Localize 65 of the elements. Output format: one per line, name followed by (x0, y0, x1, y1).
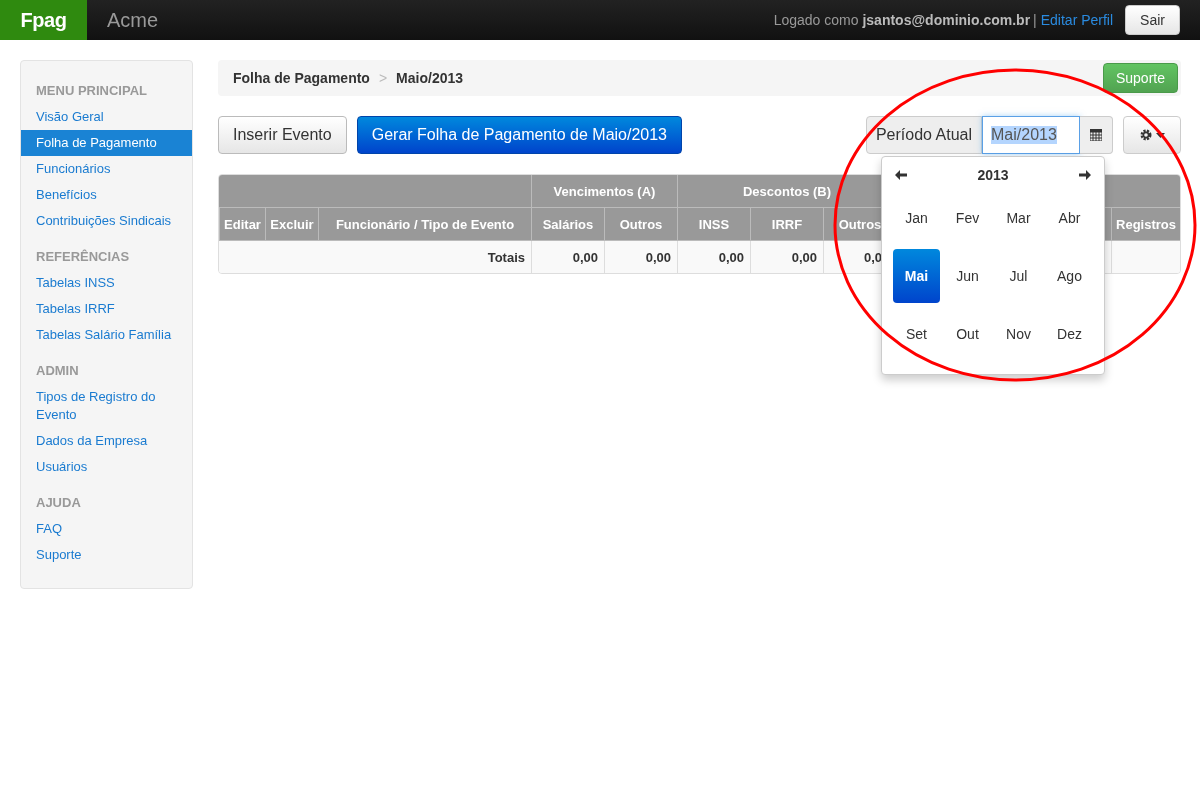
month-option[interactable]: Abr (1046, 191, 1093, 245)
table-cell: 0,00 (531, 241, 604, 273)
sidebar-item[interactable]: Visão Geral (21, 104, 192, 130)
month-option[interactable]: Mar (995, 191, 1042, 245)
sidebar-header: AJUDA (35, 494, 82, 512)
month-option[interactable]: Jun (944, 249, 991, 303)
generate-payroll-button[interactable]: Gerar Folha de Pagamento de Maio/2013 (356, 116, 682, 154)
column-group-header: Vencimentos (A) (531, 175, 677, 208)
sidebar-item[interactable]: Usuários (21, 454, 192, 480)
sidebar-item[interactable]: Tipos de Registro do Evento (21, 384, 192, 428)
table-cell: 0,00 (750, 241, 823, 273)
breadcrumb-separator: > (378, 70, 388, 86)
period-field[interactable]: Mai/2013 (982, 116, 1080, 154)
logout-button[interactable]: Sair (1125, 5, 1180, 35)
edit-profile-link[interactable]: Editar Perfil (1040, 12, 1114, 28)
sidebar-header: MENU PRINCIPAL (35, 82, 148, 100)
sidebar-item[interactable]: Contribuições Sindicais (21, 208, 192, 234)
column-header: Excluir (265, 208, 318, 241)
sidebar-item[interactable]: Dados da Empresa (21, 428, 192, 454)
month-option[interactable]: Jan (893, 191, 940, 245)
separator: | (1033, 12, 1037, 28)
picker-year: 2013 (977, 167, 1009, 183)
support-button[interactable]: Suporte (1102, 63, 1178, 93)
column-header: Editar (219, 208, 265, 241)
sidebar-header: REFERÊNCIAS (35, 248, 131, 266)
sidebar-item[interactable]: Folha de Pagamento (21, 130, 192, 156)
sidebar-item[interactable]: Funcionários (21, 156, 192, 182)
month-option[interactable]: Out (944, 307, 991, 361)
sidebar-item[interactable]: FAQ (21, 516, 192, 542)
app-name: Acme (107, 8, 159, 32)
sidebar-item[interactable]: Tabelas Salário Família (21, 322, 192, 348)
sidebar-item[interactable]: Benefícios (21, 182, 192, 208)
settings-icon (1139, 129, 1152, 141)
sidebar-item[interactable]: Tabelas INSS (21, 270, 192, 296)
column-header: IRRF (750, 208, 823, 241)
column-header: Funcionário / Tipo de Evento (318, 208, 531, 241)
month-option[interactable]: Nov (995, 307, 1042, 361)
month-option[interactable]: Set (893, 307, 940, 361)
month-option[interactable]: Fev (944, 191, 991, 245)
breadcrumb-item[interactable]: Folha de Pagamento (233, 70, 370, 86)
column-header: Salários (531, 208, 604, 241)
sidebar-item[interactable]: Suporte (21, 542, 192, 568)
sidebar-item[interactable]: Tabelas IRRF (21, 296, 192, 322)
login-status: Logado como jsantos@dominio.com.br (773, 12, 1031, 28)
table-cell: 0,00 (677, 241, 750, 273)
breadcrumb-item: Maio/2013 (396, 70, 464, 86)
calendar-icon (1090, 129, 1102, 141)
brand-logo[interactable]: Fpag (0, 0, 87, 40)
arrow-right-icon[interactable] (1079, 170, 1091, 180)
month-option[interactable]: Dez (1046, 307, 1093, 361)
caret-icon (1155, 132, 1165, 138)
arrow-left-icon[interactable] (895, 170, 907, 180)
month-option[interactable]: Ago (1046, 249, 1093, 303)
insert-event-button[interactable]: Inserir Evento (218, 116, 347, 154)
month-option[interactable]: Mai (893, 249, 940, 303)
month-option[interactable]: Jul (995, 249, 1042, 303)
period-label: Período Atual (865, 116, 982, 154)
table-cell: 0,00 (604, 241, 677, 273)
settings-dropdown-button[interactable] (1123, 116, 1181, 154)
column-header: Outros (604, 208, 677, 241)
calendar-button[interactable] (1080, 116, 1113, 154)
sidebar-header: ADMIN (35, 362, 80, 380)
column-header: Registros (1111, 208, 1180, 241)
column-header: INSS (677, 208, 750, 241)
totals-label: Totais (219, 241, 531, 273)
